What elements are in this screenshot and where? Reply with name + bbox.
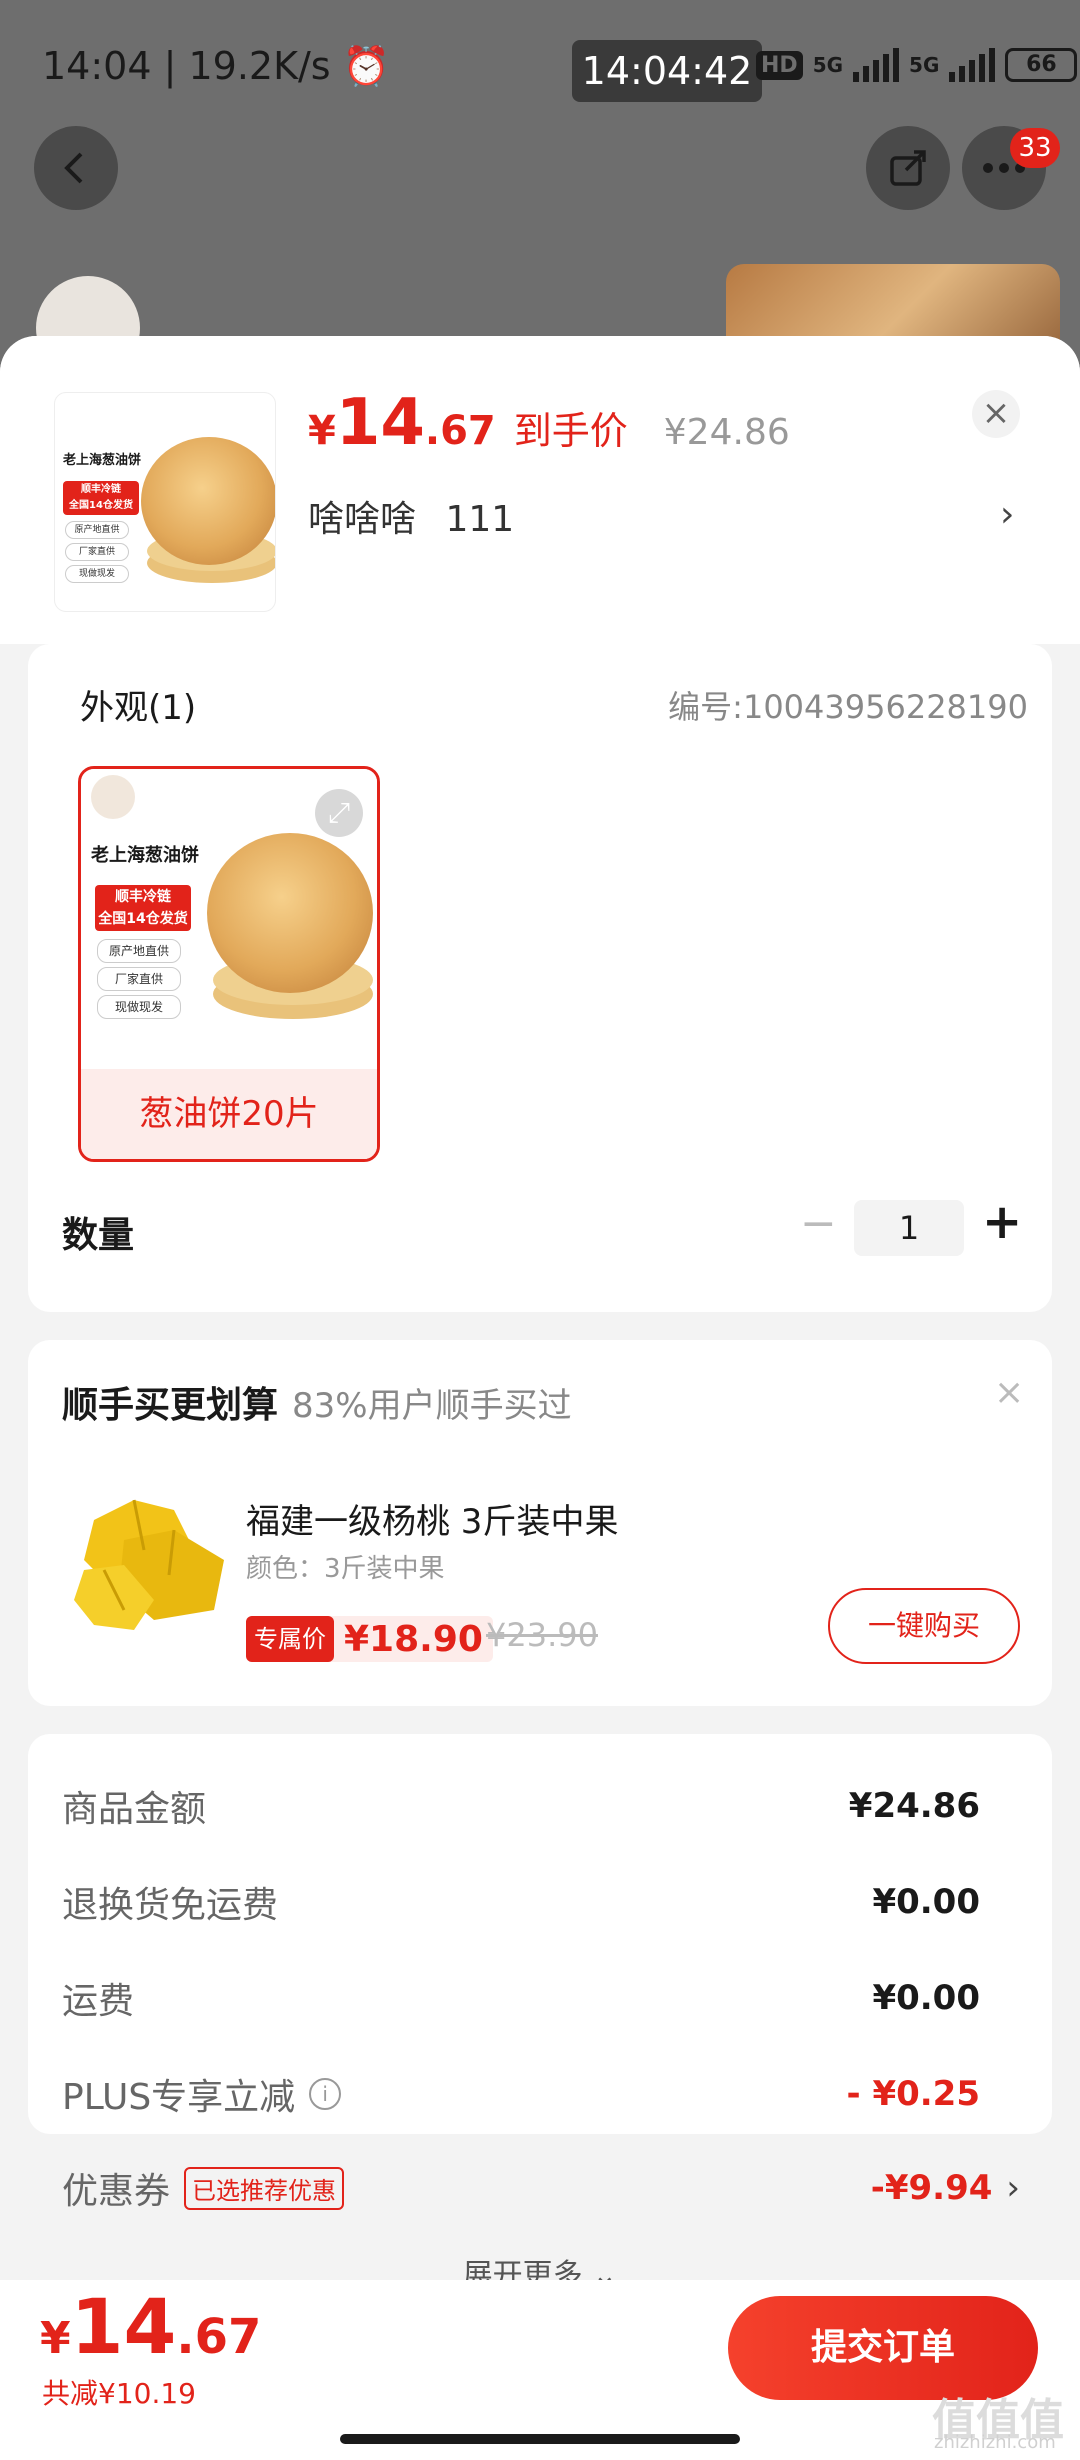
- quantity-label: 数量: [62, 1215, 135, 1256]
- spec-title: 外观(1): [80, 688, 197, 728]
- starfruit-image: [64, 1480, 234, 1640]
- product-thumbnail: 老上海葱油饼 顺丰冷链 全国14仓发货 原产地直供 厂家直供 现做现发: [54, 392, 276, 612]
- fee-row-return-shipping: 退换货免运费 ¥0.00: [62, 1882, 980, 1926]
- thumb-chip-2: 厂家直供: [65, 543, 129, 561]
- variant-badge: 顺丰冷链 全国14仓发货: [95, 885, 191, 931]
- recommend-original-price: ¥23.90: [486, 1616, 598, 1654]
- share-icon: [890, 150, 926, 186]
- recommend-item-name[interactable]: 福建一级杨桃 3斤装中果: [246, 1494, 618, 1543]
- fee-row-plus-discount: PLUS专享立减 i - ¥0.25: [62, 2074, 980, 2118]
- thumb-badge: 顺丰冷链 全国14仓发货: [63, 481, 139, 515]
- status-icons: HD 5G 5G 66: [756, 48, 1078, 82]
- coupon-tag: 已选推荐优惠: [184, 2166, 345, 2210]
- signal-icon-2: [949, 48, 996, 82]
- battery-icon: 66: [1005, 48, 1078, 82]
- final-price: ¥14.67: [308, 386, 496, 460]
- recommend-item-option: 颜色：3斤装中果: [246, 1554, 445, 1584]
- close-sheet-button[interactable]: ×: [972, 390, 1020, 438]
- sheet-header: 老上海葱油饼 顺丰冷链 全国14仓发货 原产地直供 厂家直供 现做现发 ¥14.6…: [0, 336, 1080, 644]
- recommend-close-icon[interactable]: ×: [994, 1372, 1024, 1413]
- variant-chip-1: 原产地直供: [97, 939, 181, 963]
- fee-row-goods: 商品金额 ¥24.86: [62, 1786, 980, 1830]
- variant-label: 葱油饼20片: [81, 1069, 377, 1159]
- back-arrow-icon: [64, 152, 83, 184]
- address-name: 啥啥啥: [308, 499, 417, 540]
- original-price: ¥24.86: [663, 412, 790, 453]
- status-bar: 14:04 | 19.2K/s ⏰ 14:04:42 HD 5G 5G 66: [0, 0, 1080, 130]
- chevron-right-icon: ›: [1006, 2168, 1020, 2208]
- variant-chip-2: 厂家直供: [97, 967, 181, 991]
- address-detail: 111: [445, 499, 515, 540]
- share-button[interactable]: [866, 126, 950, 210]
- network-5g-label-2: 5G: [909, 53, 940, 77]
- spec-sheet: 老上海葱油饼 顺丰冷链 全国14仓发货 原产地直供 厂家直供 现做现发 ¥14.6…: [0, 336, 1080, 2460]
- home-indicator[interactable]: [340, 2434, 740, 2444]
- final-price-label: 到手价: [513, 409, 628, 453]
- watermark-site: zhizhizhi.com: [934, 2432, 1056, 2453]
- recommend-subtitle: 83%用户顺手买过: [292, 1386, 572, 1426]
- fee-row-coupon[interactable]: 优惠券 已选推荐优惠 -¥9.94 ›: [62, 2158, 1020, 2218]
- hd-icon: HD: [756, 50, 803, 80]
- variant-brand: 老上海葱油饼: [91, 845, 199, 866]
- price-row: ¥14.67 到手价 ¥24.86: [308, 386, 790, 460]
- thumb-chip-3: 现做现发: [65, 565, 129, 583]
- quantity-input[interactable]: 1: [854, 1200, 964, 1256]
- fee-row-shipping: 运费 ¥0.00: [62, 1978, 980, 2022]
- status-clock: 14:04:42: [572, 40, 762, 102]
- variant-chip-3: 现做现发: [97, 995, 181, 1019]
- network-5g-label: 5G: [812, 53, 844, 77]
- total-saved: 共减¥10.19: [42, 2377, 196, 2410]
- exclusive-price-label: 专属价: [246, 1616, 334, 1662]
- one-click-buy-button[interactable]: 一键购买: [828, 1588, 1020, 1664]
- more-badge: 33: [1010, 128, 1060, 168]
- product-code: 编号:10043956228190: [668, 688, 1028, 726]
- variant-option[interactable]: 老上海葱油饼 顺丰冷链 全国14仓发货 原产地直供 厂家直供 现做现发 ⤢ 葱油饼…: [78, 766, 380, 1162]
- status-time-speed: 14:04 | 19.2K/s ⏰: [42, 44, 390, 88]
- info-icon[interactable]: i: [309, 2078, 342, 2110]
- quantity-plus-button[interactable]: +: [982, 1194, 1022, 1250]
- recommend-title: 顺手买更划算 83%用户顺手买过: [62, 1385, 572, 1426]
- close-icon: ×: [981, 393, 1011, 433]
- total-price: ¥14.67: [40, 2282, 262, 2371]
- brand-logo: [91, 775, 135, 819]
- expand-image-icon[interactable]: ⤢: [315, 789, 363, 837]
- back-button[interactable]: [34, 126, 118, 210]
- address-row[interactable]: 啥啥啥 111: [308, 490, 514, 542]
- exclusive-price-value: ¥18.90: [344, 1618, 483, 1660]
- quantity-minus-button[interactable]: −: [800, 1198, 837, 1249]
- signal-icon: [853, 48, 900, 82]
- thumb-brand: 老上海葱油饼: [63, 453, 142, 468]
- thumb-chip-1: 原产地直供: [65, 521, 129, 539]
- chevron-right-icon[interactable]: ›: [1000, 494, 1014, 535]
- recommend-price: 专属价 ¥18.90: [246, 1616, 493, 1662]
